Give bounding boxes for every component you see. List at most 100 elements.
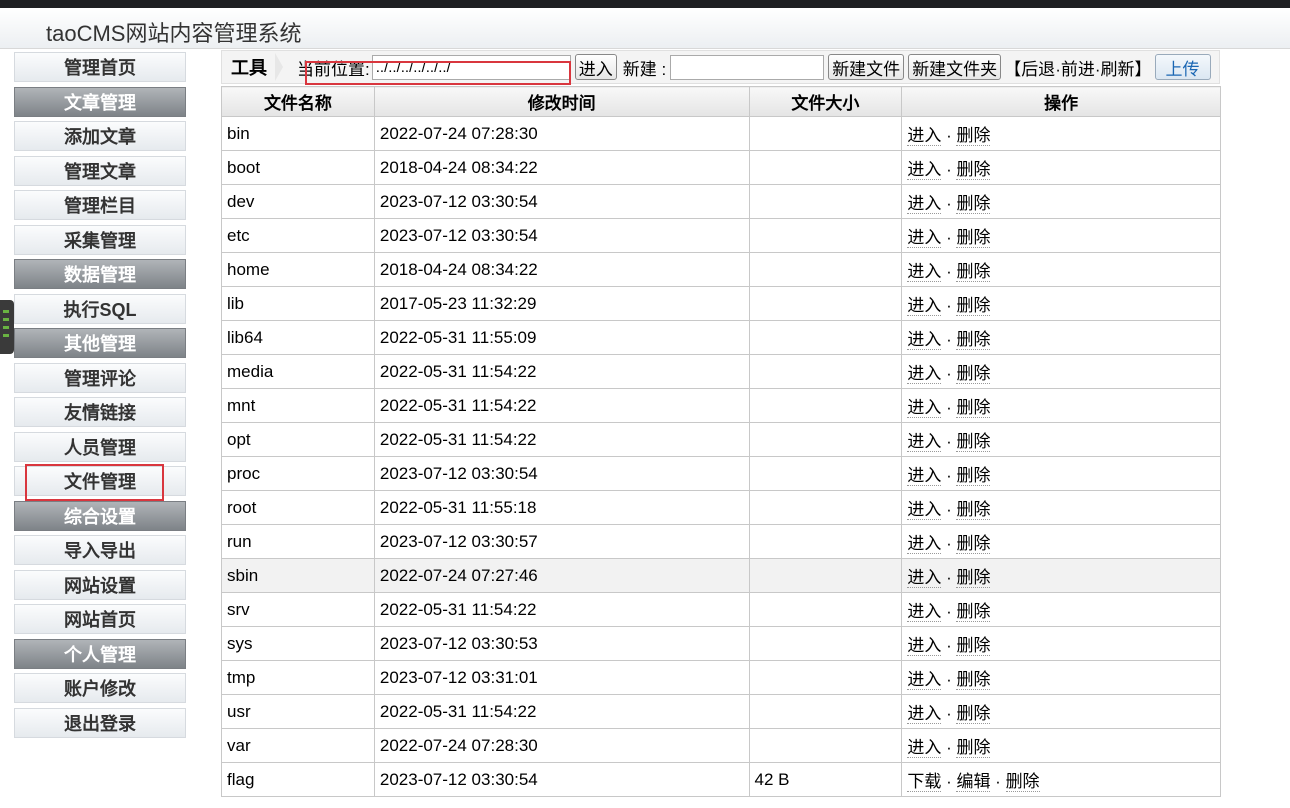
sidebar-item[interactable]: 网站设置 xyxy=(14,569,186,600)
current-path-input[interactable] xyxy=(371,54,571,80)
delete-link[interactable]: 删除 xyxy=(956,364,991,384)
file-name-link[interactable]: etc xyxy=(227,226,250,245)
column-header-modified[interactable]: 修改时间 xyxy=(373,86,750,117)
sidebar-item[interactable]: 执行SQL xyxy=(14,293,186,324)
sidebar-item[interactable]: 导入导出 xyxy=(14,535,186,565)
side-handle[interactable] xyxy=(0,300,14,354)
new-name-input[interactable] xyxy=(670,54,825,80)
cell-modified: 2022-07-24 07:28:30 xyxy=(373,116,750,151)
file-name-link[interactable]: dev xyxy=(227,192,254,211)
delete-link[interactable]: 删除 xyxy=(956,228,991,248)
delete-link[interactable]: 删除 xyxy=(956,160,991,180)
file-name-link[interactable]: tmp xyxy=(227,668,255,687)
sidebar-item[interactable]: 账户修改 xyxy=(14,673,186,703)
enter-link[interactable]: 进入 xyxy=(907,160,942,180)
enter-link[interactable]: 进入 xyxy=(907,398,942,418)
column-header-name[interactable]: 文件名称 xyxy=(221,86,375,117)
delete-link[interactable]: 删除 xyxy=(956,330,991,350)
enter-link[interactable]: 进入 xyxy=(907,568,942,588)
upload-button[interactable]: 上传 xyxy=(1154,54,1211,80)
enter-link[interactable]: 进入 xyxy=(907,432,942,452)
file-name-link[interactable]: srv xyxy=(227,600,250,619)
delete-link[interactable]: 删除 xyxy=(956,466,991,486)
action-separator: · xyxy=(941,466,957,485)
delete-link[interactable]: 删除 xyxy=(956,636,991,656)
file-name-link[interactable]: sbin xyxy=(227,566,258,585)
file-name-link[interactable]: lib64 xyxy=(227,328,263,347)
file-name-link[interactable]: root xyxy=(227,498,256,517)
file-name-link[interactable]: media xyxy=(227,362,273,381)
enter-link[interactable]: 进入 xyxy=(907,262,942,282)
file-name-link[interactable]: bin xyxy=(227,124,250,143)
back-link[interactable]: 后退 xyxy=(1021,60,1055,79)
delete-link[interactable]: 删除 xyxy=(956,194,991,214)
new-file-button[interactable]: 新建文件 xyxy=(828,54,905,80)
enter-link[interactable]: 进入 xyxy=(907,296,942,316)
enter-link[interactable]: 进入 xyxy=(907,670,942,690)
enter-link[interactable]: 进入 xyxy=(907,738,942,758)
file-name-link[interactable]: var xyxy=(227,736,251,755)
enter-link[interactable]: 进入 xyxy=(907,330,942,350)
file-name-link[interactable]: sys xyxy=(227,634,253,653)
cell-size xyxy=(748,116,903,151)
delete-link[interactable]: 删除 xyxy=(956,126,991,146)
refresh-link[interactable]: 刷新 xyxy=(1101,60,1135,79)
file-name-link[interactable]: opt xyxy=(227,430,251,449)
sidebar-item[interactable]: 管理评论 xyxy=(14,362,186,393)
delete-link[interactable]: 删除 xyxy=(956,500,991,520)
delete-link[interactable]: 删除 xyxy=(956,398,991,418)
enter-link[interactable]: 进入 xyxy=(907,228,942,248)
file-name-link[interactable]: proc xyxy=(227,464,260,483)
sidebar-item[interactable]: 网站首页 xyxy=(14,604,186,634)
delete-link[interactable]: 删除 xyxy=(956,670,991,690)
enter-link[interactable]: 进入 xyxy=(907,704,942,724)
sidebar-item-label: 文件管理 xyxy=(64,472,136,492)
enter-link[interactable]: 进入 xyxy=(907,602,942,622)
delete-link[interactable]: 删除 xyxy=(956,432,991,452)
column-header-size[interactable]: 文件大小 xyxy=(748,86,903,117)
path-field-wrapper xyxy=(304,54,571,85)
delete-link[interactable]: 删除 xyxy=(956,296,991,316)
file-name-link[interactable]: mnt xyxy=(227,396,255,415)
delete-link[interactable]: 删除 xyxy=(956,738,991,758)
action-separator: · xyxy=(941,398,957,417)
delete-link[interactable]: 删除 xyxy=(956,568,991,588)
delete-link[interactable]: 删除 xyxy=(956,704,991,724)
delete-link[interactable]: 删除 xyxy=(956,262,991,282)
enter-link[interactable]: 进入 xyxy=(907,466,942,486)
download-link[interactable]: 下载 xyxy=(907,772,942,792)
sidebar-item[interactable]: 采集管理 xyxy=(14,224,186,255)
sidebar-item[interactable]: 退出登录 xyxy=(14,707,186,738)
sidebar-item[interactable]: 管理首页 xyxy=(14,52,186,82)
delete-link[interactable]: 删除 xyxy=(956,534,991,554)
enter-path-button[interactable]: 进入 xyxy=(574,54,617,80)
sidebar-item[interactable]: 管理栏目 xyxy=(14,190,186,220)
new-folder-button[interactable]: 新建文件夹 xyxy=(908,54,1002,80)
delete-link[interactable]: 删除 xyxy=(1005,772,1040,792)
enter-link[interactable]: 进入 xyxy=(907,194,942,214)
sidebar-item[interactable]: 管理文章 xyxy=(14,155,186,186)
table-row: run 2023-07-12 03:30:57 进入 · 删除 xyxy=(221,524,1221,559)
sidebar-item[interactable]: 友情链接 xyxy=(14,397,186,427)
cell-name: sys xyxy=(221,626,375,661)
forward-link[interactable]: 前进 xyxy=(1061,60,1095,79)
edit-link[interactable]: 编辑 xyxy=(956,772,991,792)
file-name-link[interactable]: usr xyxy=(227,702,251,721)
enter-link[interactable]: 进入 xyxy=(907,500,942,520)
file-name-link[interactable]: lib xyxy=(227,294,244,313)
enter-link[interactable]: 进入 xyxy=(907,364,942,384)
cell-modified: 2022-07-24 07:28:30 xyxy=(373,728,750,763)
file-name-link[interactable]: run xyxy=(227,532,252,551)
file-name-link[interactable]: home xyxy=(227,260,270,279)
enter-link[interactable]: 进入 xyxy=(907,636,942,656)
table-row: sbin 2022-07-24 07:27:46 进入 · 删除 xyxy=(221,558,1221,593)
enter-link[interactable]: 进入 xyxy=(907,126,942,146)
delete-link[interactable]: 删除 xyxy=(956,602,991,622)
file-name-link[interactable]: flag xyxy=(227,770,254,789)
enter-link[interactable]: 进入 xyxy=(907,534,942,554)
table-row: dev 2023-07-12 03:30:54 进入 · 删除 xyxy=(221,184,1221,219)
sidebar-item[interactable]: 人员管理 xyxy=(14,431,186,462)
file-name-link[interactable]: boot xyxy=(227,158,260,177)
sidebar-item[interactable]: 文件管理 xyxy=(14,464,186,501)
sidebar-item[interactable]: 添加文章 xyxy=(14,121,186,151)
